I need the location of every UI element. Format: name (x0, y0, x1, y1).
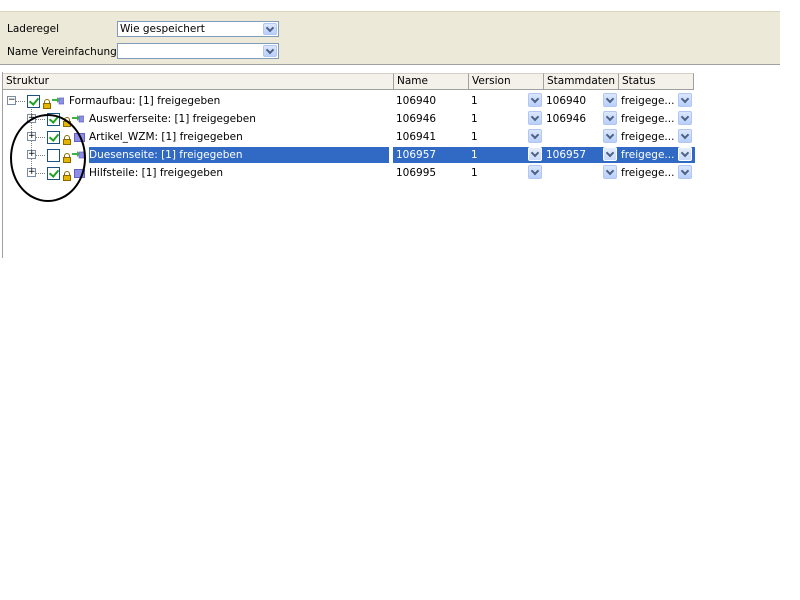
column-header-status[interactable]: Status (619, 73, 694, 90)
grid-left-border (2, 72, 3, 258)
name-cell[interactable]: 106946 (396, 112, 436, 126)
column-header-struktur[interactable]: Struktur (3, 73, 394, 90)
assembly-arrows-icon (52, 97, 64, 105)
chevron-down-icon[interactable] (678, 93, 692, 107)
chevron-down-icon[interactable] (678, 147, 692, 161)
name-cell[interactable]: 106957 (396, 148, 436, 162)
chevron-down-icon[interactable] (263, 23, 277, 35)
tree-node-label[interactable]: Artikel_WZM: [1] freigegeben (89, 130, 243, 144)
version-cell[interactable]: 1 (471, 112, 478, 126)
name-vereinfachung-combobox[interactable] (117, 43, 279, 59)
status-cell[interactable]: freigege... (621, 166, 674, 180)
chevron-down-icon[interactable] (678, 111, 692, 125)
laderegel-value: Wie gespeichert (120, 23, 205, 35)
lock-icon (43, 99, 51, 109)
status-cell[interactable]: freigege... (621, 112, 674, 126)
tree-node-label[interactable]: Formaufbau: [1] freigegeben (69, 94, 220, 108)
chevron-down-icon[interactable] (603, 111, 617, 125)
chevron-down-icon[interactable] (528, 147, 542, 161)
column-header-version[interactable]: Version (469, 73, 544, 90)
version-cell[interactable]: 1 (471, 94, 478, 108)
minus-expander-icon[interactable]: − (7, 96, 16, 105)
name-cell[interactable]: 106940 (396, 94, 436, 108)
tree-node-label[interactable]: Auswerferseite: [1] freigegeben (89, 112, 256, 126)
chevron-down-icon[interactable] (603, 93, 617, 107)
column-header-stammdaten[interactable]: Stammdaten (544, 73, 619, 90)
name-cell[interactable]: 106995 (396, 166, 436, 180)
tree-node-label[interactable]: Hilfsteile: [1] freigegeben (89, 166, 223, 180)
status-cell[interactable]: freigege... (621, 148, 674, 162)
chevron-down-icon[interactable] (603, 147, 617, 161)
stammdaten-cell[interactable]: 106957 (546, 148, 586, 162)
column-header-name[interactable]: Name (394, 73, 469, 90)
status-cell[interactable]: freigege... (621, 130, 674, 144)
chevron-down-icon[interactable] (528, 93, 542, 107)
version-cell[interactable]: 1 (471, 166, 478, 180)
status-cell[interactable]: freigege... (621, 94, 674, 108)
stammdaten-cell[interactable]: 106946 (546, 112, 586, 126)
chevron-down-icon[interactable] (263, 45, 277, 57)
checkbox-icon[interactable] (27, 95, 40, 108)
laderegel-combobox[interactable]: Wie gespeichert (117, 21, 279, 37)
name-cell[interactable]: 106941 (396, 130, 436, 144)
version-cell[interactable]: 1 (471, 130, 478, 144)
tree-node-label[interactable]: Duesenseite: [1] freigegeben (89, 148, 243, 162)
chevron-down-icon[interactable] (678, 165, 692, 179)
assembly-arrows-icon (72, 115, 84, 123)
name-vereinfachung-label: Name Vereinfachung (7, 46, 117, 58)
chevron-down-icon[interactable] (528, 165, 542, 179)
annotation-circle (10, 114, 86, 202)
laderegel-label: Laderegel (7, 23, 59, 35)
chevron-down-icon[interactable] (528, 111, 542, 125)
chevron-down-icon[interactable] (528, 129, 542, 143)
chevron-down-icon[interactable] (678, 129, 692, 143)
chevron-down-icon[interactable] (603, 129, 617, 143)
stammdaten-cell[interactable]: 106940 (546, 94, 586, 108)
tree-connector (16, 101, 25, 102)
version-cell[interactable]: 1 (471, 148, 478, 162)
chevron-down-icon[interactable] (603, 165, 617, 179)
